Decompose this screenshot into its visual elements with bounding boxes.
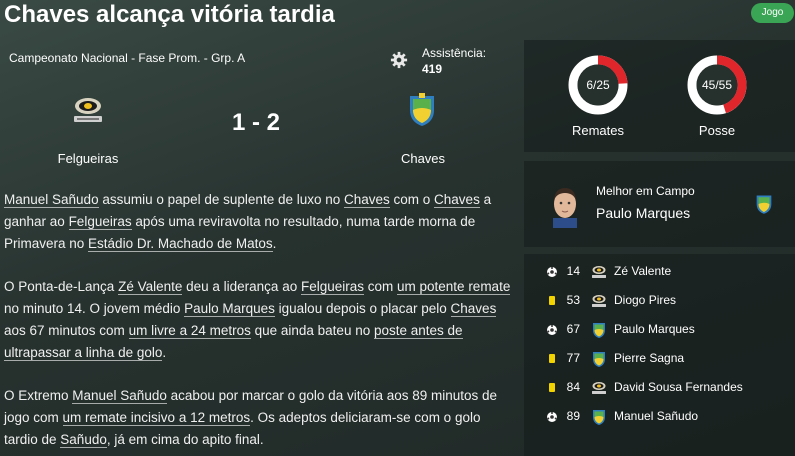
event-row[interactable]: 84 David Sousa Fernandes [524, 374, 795, 403]
yellow-card-icon [549, 354, 555, 363]
shots-value: 6/25 [586, 78, 610, 92]
event-minute: 84 [566, 380, 580, 394]
event-row[interactable]: 77 Pierre Sagna [524, 345, 795, 374]
team-link[interactable]: Chaves [450, 300, 497, 317]
report-paragraph: Manuel Sañudo assumiu o papel de suplent… [4, 189, 514, 254]
goal-ball-icon [547, 325, 557, 335]
player-link[interactable]: Zé Valente [118, 279, 183, 296]
event-minute: 53 [566, 293, 580, 307]
club-crest-icon [756, 195, 772, 214]
report-text: aos 67 minutos com [4, 322, 129, 338]
player-link[interactable]: Sañudo [60, 431, 107, 448]
report-text: com o [389, 192, 435, 207]
event-minute: 14 [566, 264, 580, 278]
report-text: no minuto 14. O jovem médio [4, 300, 185, 316]
team-link[interactable]: Felgueiras [300, 279, 364, 296]
report-text: assumiu o papel de suplente de luxo no [98, 192, 344, 207]
attendance-label: Assistência: [422, 46, 487, 60]
page-title: Chaves alcança vitória tardia [4, 1, 335, 28]
away-team-crest[interactable] [404, 92, 440, 128]
report-paragraph: O Extremo Manuel Sañudo acabou por marca… [4, 385, 514, 450]
shots-label: Remates [571, 123, 625, 138]
report-text: . [162, 344, 167, 360]
stadium-link[interactable]: Estádio Dr. Machado de Matos [88, 235, 273, 252]
report-text: , já em cima do apito final. [106, 431, 264, 447]
event-minute: 67 [566, 322, 580, 336]
highlight-link[interactable]: um potente remate [397, 279, 511, 296]
report-text: . [272, 235, 277, 251]
report-paragraph: O Ponta-de-Lança Zé Valente deu a lidera… [4, 276, 514, 363]
attendance-value: 419 [422, 62, 443, 76]
away-team-name[interactable]: Chaves [363, 151, 483, 166]
gear-icon [390, 51, 408, 69]
team-crest-icon [593, 323, 605, 338]
team-crest-icon [592, 295, 606, 307]
event-player[interactable]: Zé Valente [614, 264, 671, 278]
team-crest-icon [592, 266, 606, 278]
possession-label: Posse [698, 123, 736, 138]
match-score: 1 - 2 [231, 109, 281, 136]
team-crest-icon [593, 410, 605, 425]
home-team-name[interactable]: Felgueiras [28, 151, 148, 166]
possession-value: 45/55 [701, 78, 733, 92]
highlight-link[interactable]: um remate incisivo a 12 metros [62, 409, 251, 426]
event-player[interactable]: David Sousa Fernandes [614, 380, 743, 394]
player-link[interactable]: Paulo Marques [184, 300, 275, 317]
best-player-label: Melhor em Campo [596, 184, 695, 198]
report-text: O Ponta-de-Lança [4, 279, 119, 295]
home-team-crest[interactable] [70, 92, 106, 128]
event-minute: 89 [566, 409, 580, 423]
report-text: O Extremo [4, 388, 73, 404]
event-row[interactable]: 14 Zé Valente [524, 258, 795, 287]
player-link[interactable]: Manuel Sañudo [4, 192, 99, 208]
team-link[interactable]: Felgueiras [68, 213, 132, 230]
competition-name[interactable]: Campeonato Nacional - Fase Prom. - Grp. … [9, 51, 245, 65]
team-crest-icon [592, 382, 606, 394]
event-player[interactable]: Pierre Sagna [614, 351, 684, 365]
team-link[interactable]: Chaves [344, 192, 390, 208]
goal-ball-icon [547, 412, 557, 422]
team-link[interactable]: Chaves [434, 192, 480, 208]
report-text: igualou depois o placar pelo [274, 300, 451, 316]
best-player-name[interactable]: Paulo Marques [596, 205, 690, 221]
event-player[interactable]: Manuel Sañudo [614, 409, 698, 423]
report-text: deu a liderança ao [182, 279, 301, 295]
report-text: com [364, 279, 398, 295]
team-crest-icon [593, 352, 605, 367]
event-minute: 77 [566, 351, 580, 365]
event-row[interactable]: 67 Paulo Marques [524, 316, 795, 345]
event-player[interactable]: Diogo Pires [614, 293, 676, 307]
goal-ball-icon [547, 267, 557, 277]
player-avatar[interactable] [545, 184, 585, 228]
yellow-card-icon [549, 296, 555, 305]
yellow-card-icon [549, 383, 555, 392]
event-player[interactable]: Paulo Marques [614, 322, 695, 336]
match-report: Manuel Sañudo assumiu o papel de suplent… [4, 189, 514, 456]
highlight-link[interactable]: um livre a 24 metros [128, 322, 251, 339]
player-link[interactable]: Manuel Sañudo [72, 388, 167, 405]
match-badge[interactable]: Jogo [751, 3, 794, 23]
event-row[interactable]: 53 Diogo Pires [524, 287, 795, 316]
report-text: que ainda bateu no [250, 322, 374, 338]
event-row[interactable]: 89 Manuel Sañudo [524, 403, 795, 432]
